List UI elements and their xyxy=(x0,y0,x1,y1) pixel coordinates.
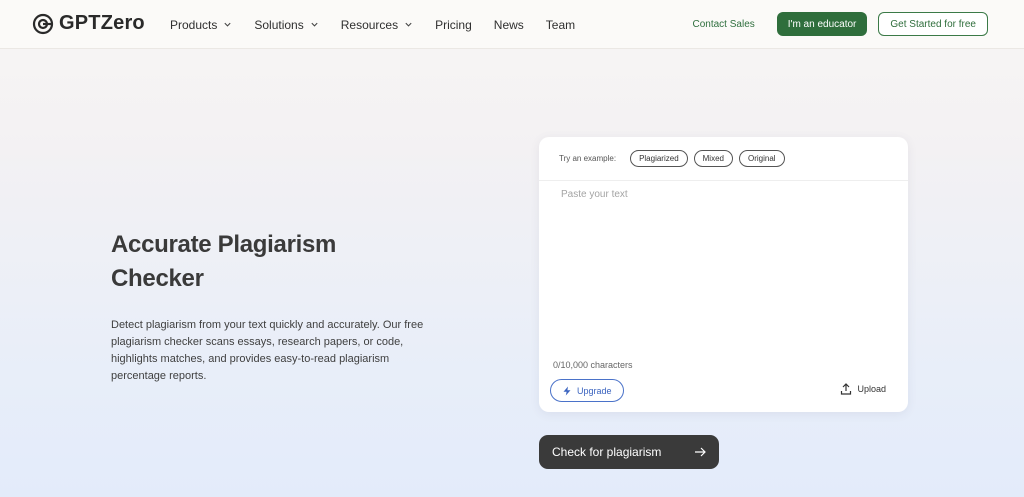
nav-item-label: News xyxy=(493,17,524,32)
plagiarism-checker-card: Try an example: Plagiarized Mixed Origin… xyxy=(539,137,908,412)
try-example-label: Try an example: xyxy=(559,154,617,163)
brand-logo[interactable]: GPTZero xyxy=(32,12,145,35)
check-for-plagiarism-button[interactable]: Check for plagiarism xyxy=(539,435,719,469)
chevron-down-icon xyxy=(224,22,231,27)
lightning-icon xyxy=(563,386,571,395)
page-title: Accurate Plagiarism Checker xyxy=(111,231,337,292)
nav-item-team[interactable]: Team xyxy=(546,18,575,32)
contact-sales-link[interactable]: Contact Sales xyxy=(693,19,755,30)
nav-item-pricing[interactable]: Pricing xyxy=(435,18,472,32)
upgrade-label: Upgrade xyxy=(577,385,612,396)
chevron-down-icon xyxy=(405,22,412,27)
example-mixed-chip[interactable]: Mixed xyxy=(693,150,733,167)
educator-button[interactable]: I'm an educator xyxy=(776,12,868,36)
nav-item-resources[interactable]: Resources xyxy=(341,18,413,32)
text-input[interactable] xyxy=(561,189,891,349)
chevron-down-icon xyxy=(311,22,318,27)
nav-item-label: Pricing xyxy=(435,17,472,32)
character-count: 0/10,000 characters xyxy=(553,360,633,370)
nav-item-solutions[interactable]: Solutions xyxy=(254,18,318,32)
example-plagiarized-chip[interactable]: Plagiarized xyxy=(630,150,688,167)
example-original-chip[interactable]: Original xyxy=(738,150,785,167)
main-nav: Products Solutions Resources Pricing New… xyxy=(170,0,597,49)
top-navbar: GPTZero Products Solutions Resources Pri… xyxy=(0,0,1024,49)
brand-name: GPTZero xyxy=(59,12,145,34)
hero-description: Detect plagiarism from your text quickly… xyxy=(111,319,424,382)
upload-button[interactable]: Upload xyxy=(840,383,886,395)
upload-icon xyxy=(841,383,852,395)
nav-item-label: Products xyxy=(170,17,218,32)
upload-label: Upload xyxy=(857,384,886,394)
check-button-label: Check for plagiarism xyxy=(552,445,662,459)
nav-item-news[interactable]: News xyxy=(494,18,524,32)
nav-item-products[interactable]: Products xyxy=(170,18,232,32)
nav-actions: Contact Sales I'm an educator Get Starte… xyxy=(693,12,988,36)
upgrade-button[interactable]: Upgrade xyxy=(550,379,624,402)
gptzero-logo-icon xyxy=(32,13,54,34)
example-selector: Try an example: Plagiarized Mixed Origin… xyxy=(539,137,908,181)
nav-item-label: Resources xyxy=(340,17,399,32)
nav-item-label: Solutions xyxy=(254,17,304,32)
nav-item-label: Team xyxy=(545,17,576,32)
get-started-button[interactable]: Get Started for free xyxy=(878,12,988,36)
arrow-right-icon xyxy=(695,447,706,457)
